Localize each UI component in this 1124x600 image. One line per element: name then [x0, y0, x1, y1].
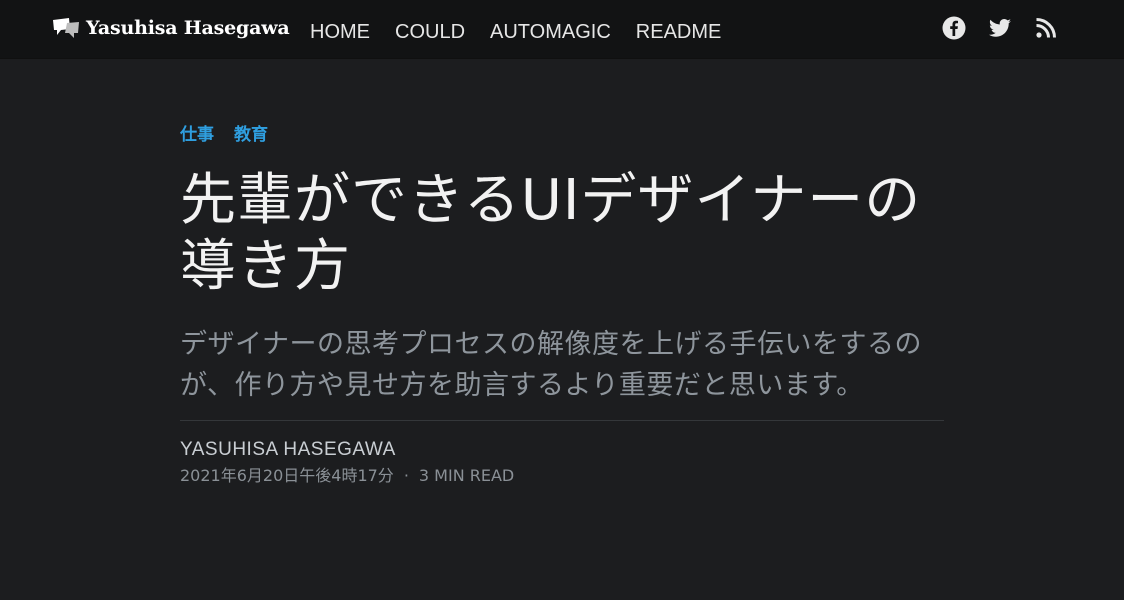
article-title: 先輩ができるUIデザイナーの導き方 — [180, 168, 922, 299]
facebook-icon — [942, 16, 966, 40]
nav-item-readme[interactable]: README — [636, 19, 722, 45]
read-time: 3 MIN READ — [418, 466, 515, 485]
publish-date: 2021年6月20日午後4時17分 — [180, 466, 394, 485]
author-link[interactable]: YASUHISA HASEGAWA — [180, 439, 944, 461]
article-byline: YASUHISA HASEGAWA 2021年6月20日午後4時17分 · 3 MI… — [180, 439, 944, 487]
speech-bubbles-icon — [53, 18, 79, 38]
article-subtitle: デザイナーの思考プロセスの解像度を上げる手伝いをするのが、作り方や見せ方を助言す… — [180, 329, 922, 401]
twitter-icon — [989, 19, 1011, 37]
site-brand-link[interactable]: Yasuhisa Hasegawa — [52, 12, 290, 44]
facebook-link[interactable] — [920, 16, 966, 40]
twitter-link[interactable] — [966, 16, 1012, 40]
social-links — [920, 16, 1058, 40]
nav-item-could[interactable]: COULD — [395, 19, 465, 45]
top-navigation-bar: Yasuhisa Hasegawa HOME COULD AUTOMAGIC R… — [0, 0, 1124, 59]
article-header: 仕事 教育 先輩ができるUIデザイナーの導き方 デザイナーの思考プロセスの解像度… — [180, 120, 944, 487]
nav-item-automagic[interactable]: AUTOMAGIC — [490, 19, 611, 45]
rss-link[interactable] — [1012, 16, 1058, 40]
main-nav: HOME COULD AUTOMAGIC README — [310, 19, 746, 45]
tag-link-education[interactable]: 教育 — [234, 120, 268, 146]
article-meta: 2021年6月20日午後4時17分 · 3 MIN READ — [180, 465, 944, 487]
site-brand-name: Yasuhisa Hasegawa — [86, 17, 290, 39]
rss-icon — [1036, 18, 1056, 38]
divider — [180, 420, 944, 421]
meta-separator: · — [403, 466, 409, 485]
tag-link-work[interactable]: 仕事 — [180, 120, 214, 146]
article-tags: 仕事 教育 — [180, 120, 944, 146]
nav-item-home[interactable]: HOME — [310, 19, 370, 45]
